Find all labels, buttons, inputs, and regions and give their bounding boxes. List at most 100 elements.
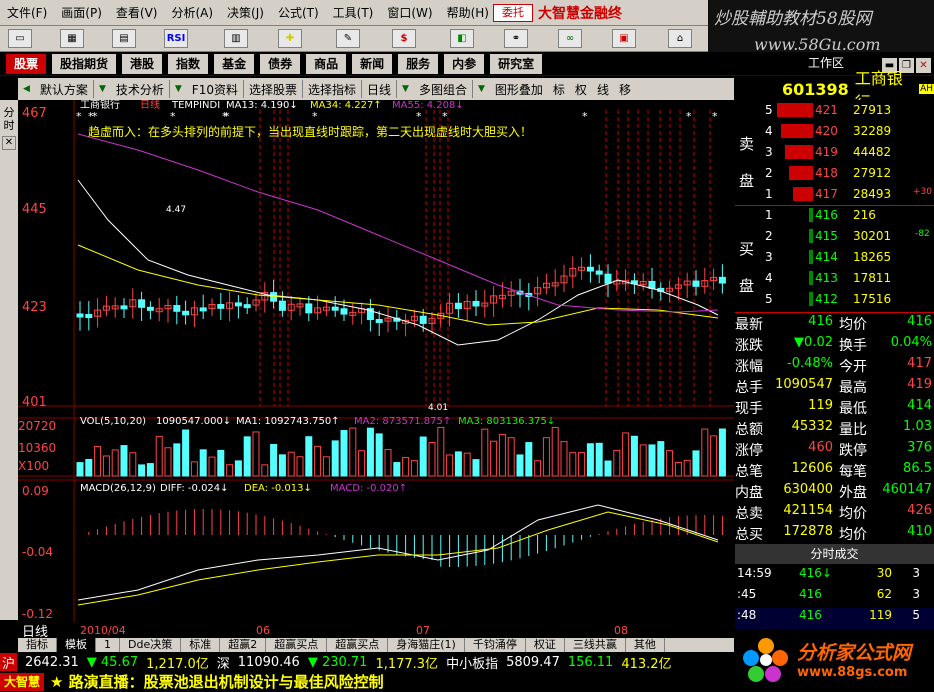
indicator-tab-9[interactable]: 千钧涌停 (465, 638, 526, 652)
control-item-9[interactable]: 权 (570, 81, 592, 98)
control-item-0[interactable]: 默认方案 (35, 81, 93, 98)
candle-body (595, 270, 603, 275)
buy-level: 4 (765, 271, 773, 285)
kline-chart[interactable]: 467 445 423 401 20720 10360 X100 0.09 -0.04 -0.12… (18, 98, 734, 637)
control-item-3[interactable]: 选择股票 (244, 81, 302, 98)
indicator-tab-4[interactable]: 标准 (181, 638, 221, 652)
indicator-tab-5[interactable]: 超赢2 (220, 638, 267, 652)
collapse-icon[interactable]: ✕ (2, 136, 16, 150)
flag-icon[interactable]: ◧ (450, 29, 474, 48)
indicator-tab-1[interactable]: 模板 (57, 638, 96, 652)
volume-bar (243, 436, 251, 477)
menu-item-3[interactable]: 分析(A) (164, 4, 220, 21)
compass-icon[interactable]: ✚ (278, 29, 302, 48)
tick-volume: 119 (869, 608, 892, 622)
close-icon[interactable]: ✕ (916, 58, 931, 73)
sell-price: 421 (777, 103, 838, 117)
binoculars-icon[interactable]: ∞ (558, 29, 582, 48)
volume-bar (208, 456, 216, 477)
stat-value: 421154 (783, 503, 833, 518)
control-item-11[interactable]: 移 (614, 81, 636, 98)
nav-item-8[interactable]: 服务 (398, 53, 439, 74)
volume-bar (164, 447, 172, 477)
signal-star: * (582, 110, 588, 123)
diff-label: DIFF: -0.024↓ (160, 483, 229, 494)
home-icon[interactable]: ⌂ (668, 29, 692, 48)
weituo-button[interactable]: 委托 (493, 4, 533, 22)
ticker-text[interactable]: ★ 路演直播：股票池退出机制设计与最佳风险控制 (50, 671, 384, 692)
control-item-5[interactable]: 日线 (362, 81, 396, 98)
control-item-4[interactable]: 选择指标 (303, 81, 361, 98)
nav-item-3[interactable]: 指数 (168, 53, 209, 74)
indicator-tab-7[interactable]: 超赢买点 (327, 638, 389, 652)
candle-body (138, 299, 146, 308)
ticks-title[interactable]: 分时成交 (735, 544, 934, 564)
menu-item-4[interactable]: 决策(J) (220, 4, 271, 21)
nav-item-4[interactable]: 基金 (214, 53, 255, 74)
news-icon[interactable]: ▣ (612, 29, 636, 48)
workarea-label[interactable]: 工作区 (808, 54, 844, 71)
menu-item-2[interactable]: 查看(V) (109, 4, 165, 21)
control-item-6[interactable]: 多图组合 (414, 81, 472, 98)
signal-star: * (442, 110, 448, 123)
menu-item-1[interactable]: 画面(P) (54, 4, 109, 21)
buy-row: 2 415 30201 -82 (735, 229, 934, 250)
stat-value: 1.03 (903, 419, 932, 434)
folder-icon[interactable]: ▭ (8, 29, 32, 48)
nav-item-7[interactable]: 新闻 (352, 53, 393, 74)
stat-value: 414 (907, 398, 932, 413)
dropdown-icon[interactable]: ▼ (170, 84, 187, 94)
sh-label: 沪 (0, 652, 18, 672)
dollar-icon[interactable]: $ (392, 29, 416, 48)
brand-title: 大智慧金融终 (538, 6, 622, 22)
menu-item-5[interactable]: 公式(T) (271, 4, 326, 21)
control-item-7[interactable]: 图形叠加 (490, 81, 548, 98)
fenshi-tab[interactable]: 分时 (0, 106, 18, 132)
nav-item-10[interactable]: 研究室 (490, 53, 543, 74)
chart-icon[interactable]: ▦ (60, 29, 84, 48)
candle-body (472, 300, 480, 307)
indicator-tab-8[interactable]: 身海猫庄(1) (388, 638, 465, 652)
candle-body (454, 302, 462, 310)
kline-icon[interactable]: ▤ (112, 29, 136, 48)
stat-value: -0.48% (787, 356, 833, 371)
nav-item-9[interactable]: 内参 (444, 53, 485, 74)
ma34-label: MA34: 4.227↑ (310, 100, 382, 111)
menu-item-0[interactable]: 文件(F) (0, 4, 54, 21)
indicator-tab-12[interactable]: 其他 (626, 638, 665, 652)
indicator-tab-10[interactable]: 权证 (526, 638, 565, 652)
hands-icon[interactable]: ⚭ (504, 29, 528, 48)
nav-item-6[interactable]: 商品 (306, 53, 347, 74)
indicator-tab-6[interactable]: 超赢买点 (266, 638, 328, 652)
menu-item-8[interactable]: 帮助(H) (440, 4, 496, 21)
menu-item-6[interactable]: 工具(T) (326, 4, 381, 21)
indicator-tab-11[interactable]: 三线共赢 (565, 638, 626, 652)
dropdown-icon[interactable]: ▼ (473, 84, 490, 94)
buy-price: 412 (809, 292, 838, 306)
tick-row: :45 416 62 3 (735, 587, 934, 608)
stat-value: ▼0.02 (794, 335, 833, 350)
control-item-2[interactable]: F10资料 (187, 81, 243, 98)
grid-icon[interactable]: ▥ (224, 29, 248, 48)
control-item-1[interactable]: 技术分析 (111, 81, 169, 98)
stat-label: 均价 (839, 506, 867, 522)
dropdown-icon[interactable]: ▼ (94, 84, 111, 94)
nav-item-5[interactable]: 债券 (260, 53, 301, 74)
stat-label: 内盘 (735, 485, 763, 501)
menu-item-7[interactable]: 窗口(W) (380, 4, 439, 21)
indicator-tab-3[interactable]: Dde决策 (120, 638, 182, 652)
nav-item-2[interactable]: 港股 (122, 53, 163, 74)
control-item-10[interactable]: 线 (592, 81, 614, 98)
dropdown-icon[interactable]: ▼ (397, 84, 414, 94)
rsi-icon[interactable]: RSI (164, 29, 188, 48)
left-arrow-icon[interactable]: ◀ (18, 84, 35, 94)
nav-item-0[interactable]: 股票 (6, 53, 47, 74)
pencil-icon[interactable]: ✎ (336, 29, 360, 48)
sell-volume: 32289 (853, 124, 892, 138)
indicator-tab-2[interactable]: 1 (96, 638, 120, 652)
indicator-tab-0[interactable]: 指标 (18, 638, 57, 652)
control-item-8[interactable]: 标 (548, 81, 570, 98)
buy-volume: 216 (853, 208, 876, 222)
sell-price: 417 (793, 187, 838, 201)
nav-item-1[interactable]: 股指期货 (52, 53, 117, 74)
